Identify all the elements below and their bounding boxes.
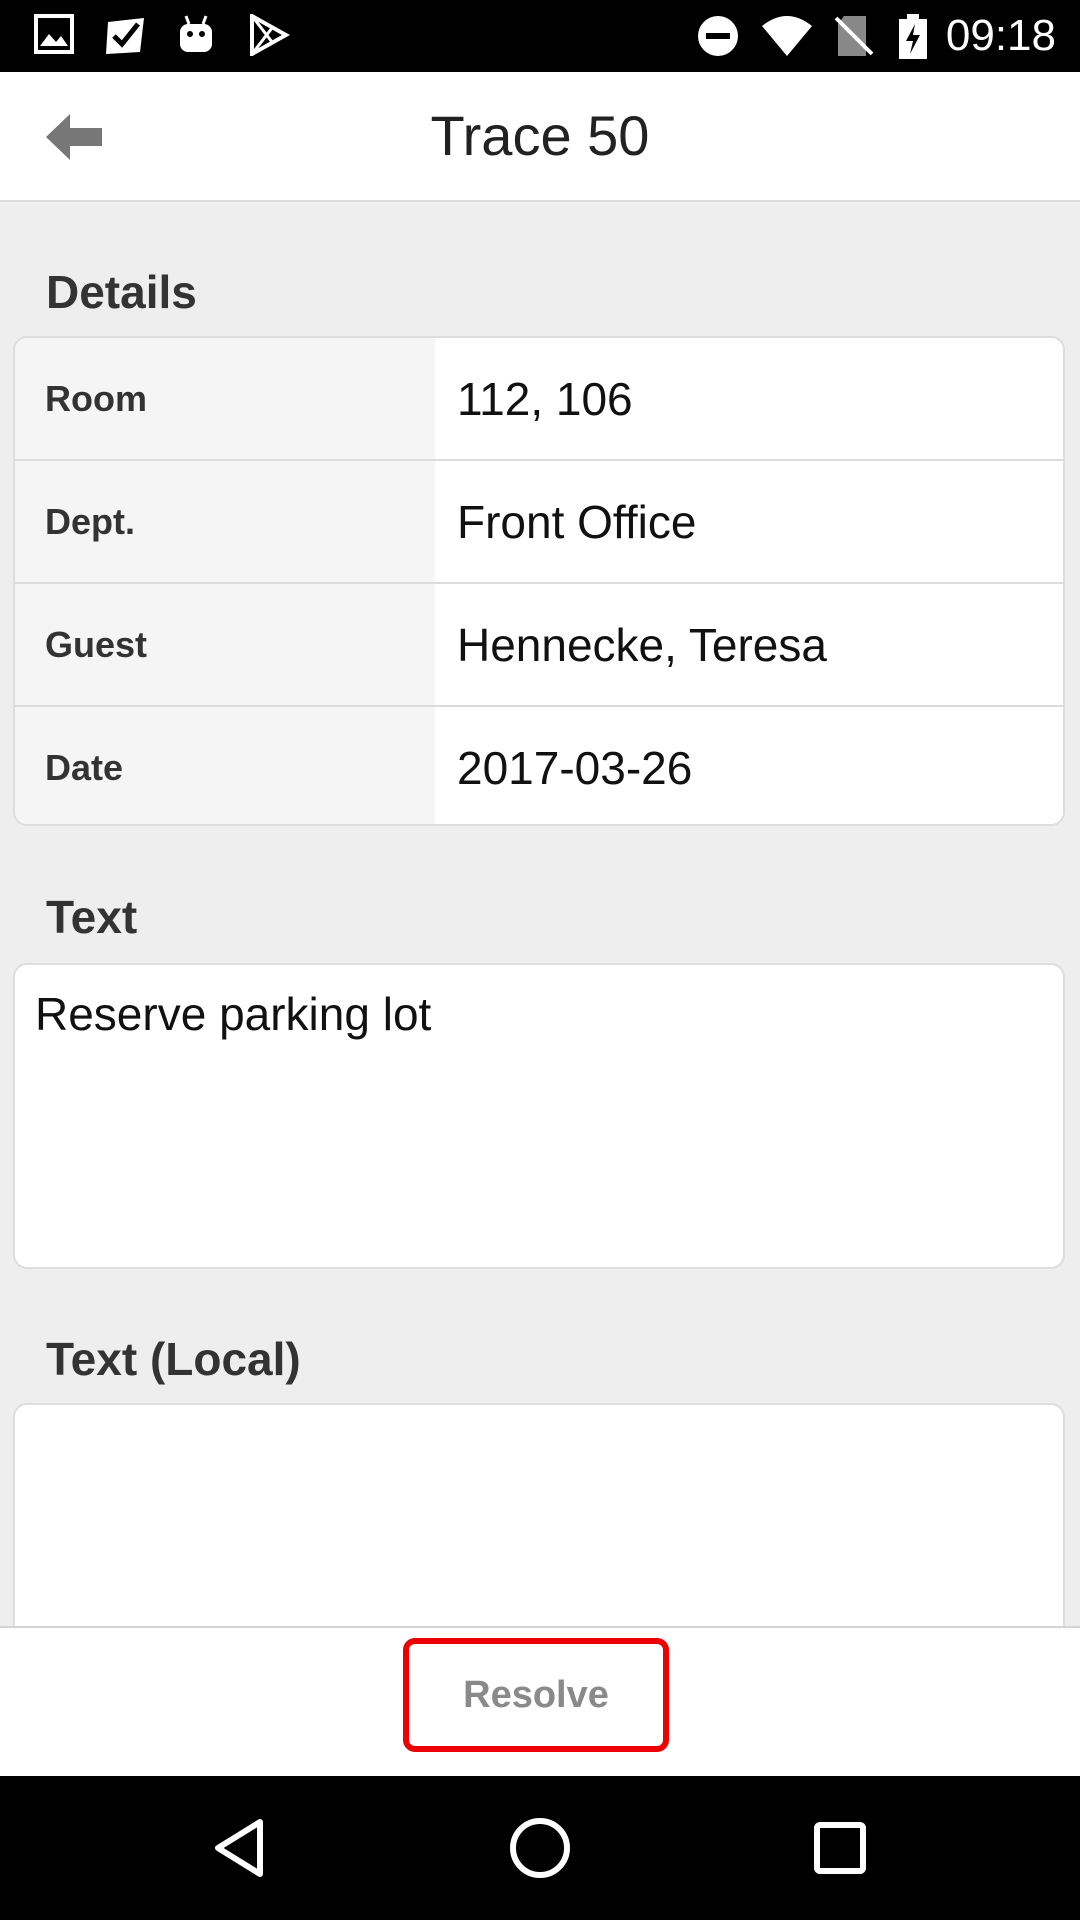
text-heading: Text: [46, 891, 138, 943]
do-not-disturb-icon: [698, 16, 738, 56]
resolve-button[interactable]: Resolve: [403, 1638, 669, 1752]
action-bar: Resolve: [0, 1626, 1080, 1778]
details-row-date: Date 2017-03-26: [15, 707, 1063, 824]
row-label: Guest: [15, 584, 435, 706]
back-triangle-icon: [215, 1819, 263, 1877]
details-row-guest: Guest Hennecke, Teresa: [15, 584, 1063, 706]
row-label: Room: [15, 338, 435, 460]
nav-home-button[interactable]: [504, 1812, 576, 1884]
play-store-icon: [250, 14, 290, 56]
row-value: Front Office: [457, 496, 697, 548]
row-value: Hennecke, Teresa: [457, 619, 827, 671]
navigation-bar: [0, 1776, 1080, 1920]
row-value: 2017-03-26: [457, 742, 693, 794]
details-row-dept: Dept. Front Office: [15, 461, 1063, 583]
check-clipboard-icon: [106, 18, 144, 54]
text-field[interactable]: Reserve parking lot: [13, 963, 1065, 1269]
row-label: Date: [15, 707, 435, 824]
nav-recents-button[interactable]: [804, 1812, 876, 1884]
text-local-heading: Text (Local): [46, 1333, 301, 1385]
recents-square-icon: [814, 1822, 866, 1874]
details-heading: Details: [46, 266, 197, 318]
home-circle-icon: [510, 1818, 570, 1878]
no-sim-icon: [834, 16, 874, 56]
status-bar: 09:18: [0, 0, 1080, 72]
image-icon: [34, 14, 74, 54]
battery-charging-icon: [899, 14, 927, 59]
app-bar: Trace 50: [0, 72, 1080, 202]
details-row-room: Room 112, 106: [15, 338, 1063, 460]
row-value: 112, 106: [457, 373, 633, 425]
page-title: Trace 50: [430, 104, 650, 167]
wifi-icon: [762, 16, 812, 56]
nav-back-button[interactable]: [204, 1812, 276, 1884]
android-icon: [180, 15, 212, 52]
details-table: Room 112, 106 Dept. Front Office Guest H…: [13, 336, 1065, 826]
clock: 09:18: [945, 11, 1056, 60]
row-label: Dept.: [15, 461, 435, 583]
back-button[interactable]: [40, 102, 110, 172]
arrow-left-icon: [46, 114, 102, 160]
